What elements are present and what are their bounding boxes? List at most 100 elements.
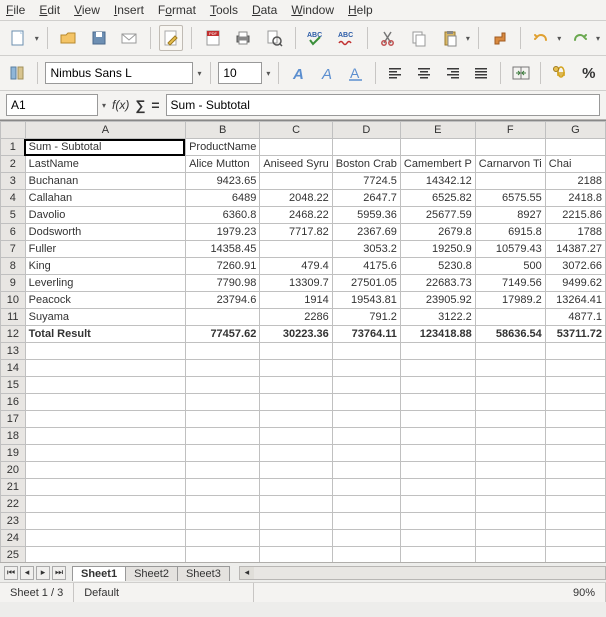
cell-C24[interactable]	[260, 530, 332, 547]
cell-B10[interactable]: 23794.6	[186, 292, 260, 309]
cell-G24[interactable]	[545, 530, 605, 547]
row-header-19[interactable]: 19	[1, 445, 26, 462]
row-header-21[interactable]: 21	[1, 479, 26, 496]
col-header-D[interactable]: D	[332, 122, 400, 139]
cell-E10[interactable]: 23905.92	[400, 292, 475, 309]
cell-G9[interactable]: 9499.62	[545, 275, 605, 292]
open-button[interactable]	[56, 25, 81, 51]
font-size-input[interactable]	[218, 62, 262, 84]
print-preview-button[interactable]	[262, 25, 287, 51]
row-header-9[interactable]: 9	[1, 275, 26, 292]
cell-A17[interactable]	[25, 411, 185, 428]
tab-next-icon[interactable]: ▸	[36, 566, 50, 580]
cell-F12[interactable]: 58636.54	[475, 326, 545, 343]
cell-C19[interactable]	[260, 445, 332, 462]
row-header-12[interactable]: 12	[1, 326, 26, 343]
cell-F2[interactable]: Carnarvon Ti	[475, 156, 545, 173]
row-header-23[interactable]: 23	[1, 513, 26, 530]
cell-G16[interactable]	[545, 394, 605, 411]
cell-F8[interactable]: 500	[475, 258, 545, 275]
sum-icon[interactable]: ∑	[135, 97, 145, 113]
cell-B8[interactable]: 7260.91	[186, 258, 260, 275]
menu-help[interactable]: Help	[348, 3, 373, 17]
dropdown-icon[interactable]: ▾	[102, 101, 106, 110]
col-header-E[interactable]: E	[400, 122, 475, 139]
cell-G14[interactable]	[545, 360, 605, 377]
styles-button[interactable]	[6, 60, 29, 86]
select-all-corner[interactable]	[1, 122, 26, 139]
cell-G7[interactable]: 14387.27	[545, 241, 605, 258]
cell-E24[interactable]	[400, 530, 475, 547]
cell-F23[interactable]	[475, 513, 545, 530]
dropdown-icon[interactable]: ▾	[557, 34, 561, 43]
percent-button[interactable]: %	[577, 60, 600, 86]
menu-tools[interactable]: Tools	[210, 3, 238, 17]
cell-C9[interactable]: 13309.7	[260, 275, 332, 292]
cell-D11[interactable]: 791.2	[332, 309, 400, 326]
cell-D17[interactable]	[332, 411, 400, 428]
cell-A19[interactable]	[25, 445, 185, 462]
cell-B24[interactable]	[186, 530, 260, 547]
cell-A23[interactable]	[25, 513, 185, 530]
row-header-3[interactable]: 3	[1, 173, 26, 190]
cell-F4[interactable]: 6575.55	[475, 190, 545, 207]
cell-B17[interactable]	[186, 411, 260, 428]
row-header-17[interactable]: 17	[1, 411, 26, 428]
cell-F22[interactable]	[475, 496, 545, 513]
cell-B25[interactable]	[186, 547, 260, 563]
cell-A2[interactable]: LastName	[25, 156, 185, 173]
row-header-1[interactable]: 1	[1, 139, 26, 156]
status-zoom[interactable]: 90%	[563, 583, 606, 602]
cell-C4[interactable]: 2048.22	[260, 190, 332, 207]
cell-E11[interactable]: 3122.2	[400, 309, 475, 326]
cell-G23[interactable]	[545, 513, 605, 530]
col-header-G[interactable]: G	[545, 122, 605, 139]
row-header-7[interactable]: 7	[1, 241, 26, 258]
cell-E23[interactable]	[400, 513, 475, 530]
formula-input[interactable]	[166, 94, 600, 116]
cell-C14[interactable]	[260, 360, 332, 377]
row-header-18[interactable]: 18	[1, 428, 26, 445]
cell-E9[interactable]: 22683.73	[400, 275, 475, 292]
cell-G5[interactable]: 2215.86	[545, 207, 605, 224]
cell-F21[interactable]	[475, 479, 545, 496]
cell-E7[interactable]: 19250.9	[400, 241, 475, 258]
cell-B15[interactable]	[186, 377, 260, 394]
cell-F20[interactable]	[475, 462, 545, 479]
cell-C23[interactable]	[260, 513, 332, 530]
font-name-input[interactable]	[45, 62, 193, 84]
cell-C25[interactable]	[260, 547, 332, 563]
cell-G6[interactable]: 1788	[545, 224, 605, 241]
paste-button[interactable]	[437, 25, 462, 51]
cell-E15[interactable]	[400, 377, 475, 394]
cell-B2[interactable]: Alice Mutton	[186, 156, 260, 173]
cell-B9[interactable]: 7790.98	[186, 275, 260, 292]
cell-D1[interactable]	[332, 139, 400, 156]
sheet-tab-sheet3[interactable]: Sheet3	[177, 566, 230, 581]
dropdown-icon[interactable]: ▾	[596, 34, 600, 43]
cell-D23[interactable]	[332, 513, 400, 530]
edit-doc-button[interactable]	[159, 25, 184, 51]
cell-F6[interactable]: 6915.8	[475, 224, 545, 241]
undo-button[interactable]	[529, 25, 554, 51]
cell-A9[interactable]: Leverling	[25, 275, 185, 292]
cell-B7[interactable]: 14358.45	[186, 241, 260, 258]
cell-D3[interactable]: 7724.5	[332, 173, 400, 190]
cell-C13[interactable]	[260, 343, 332, 360]
cell-B12[interactable]: 77457.62	[186, 326, 260, 343]
cell-E3[interactable]: 14342.12	[400, 173, 475, 190]
cell-E18[interactable]	[400, 428, 475, 445]
row-header-13[interactable]: 13	[1, 343, 26, 360]
cell-F1[interactable]	[475, 139, 545, 156]
cell-E4[interactable]: 6525.82	[400, 190, 475, 207]
equals-icon[interactable]: =	[151, 97, 159, 113]
col-header-C[interactable]: C	[260, 122, 332, 139]
row-header-20[interactable]: 20	[1, 462, 26, 479]
cell-E8[interactable]: 5230.8	[400, 258, 475, 275]
cell-C12[interactable]: 30223.36	[260, 326, 332, 343]
cell-F16[interactable]	[475, 394, 545, 411]
cell-A1[interactable]: Sum - Subtotal	[25, 139, 185, 156]
cell-F11[interactable]	[475, 309, 545, 326]
underline-button[interactable]: A	[344, 60, 367, 86]
cell-F7[interactable]: 10579.43	[475, 241, 545, 258]
